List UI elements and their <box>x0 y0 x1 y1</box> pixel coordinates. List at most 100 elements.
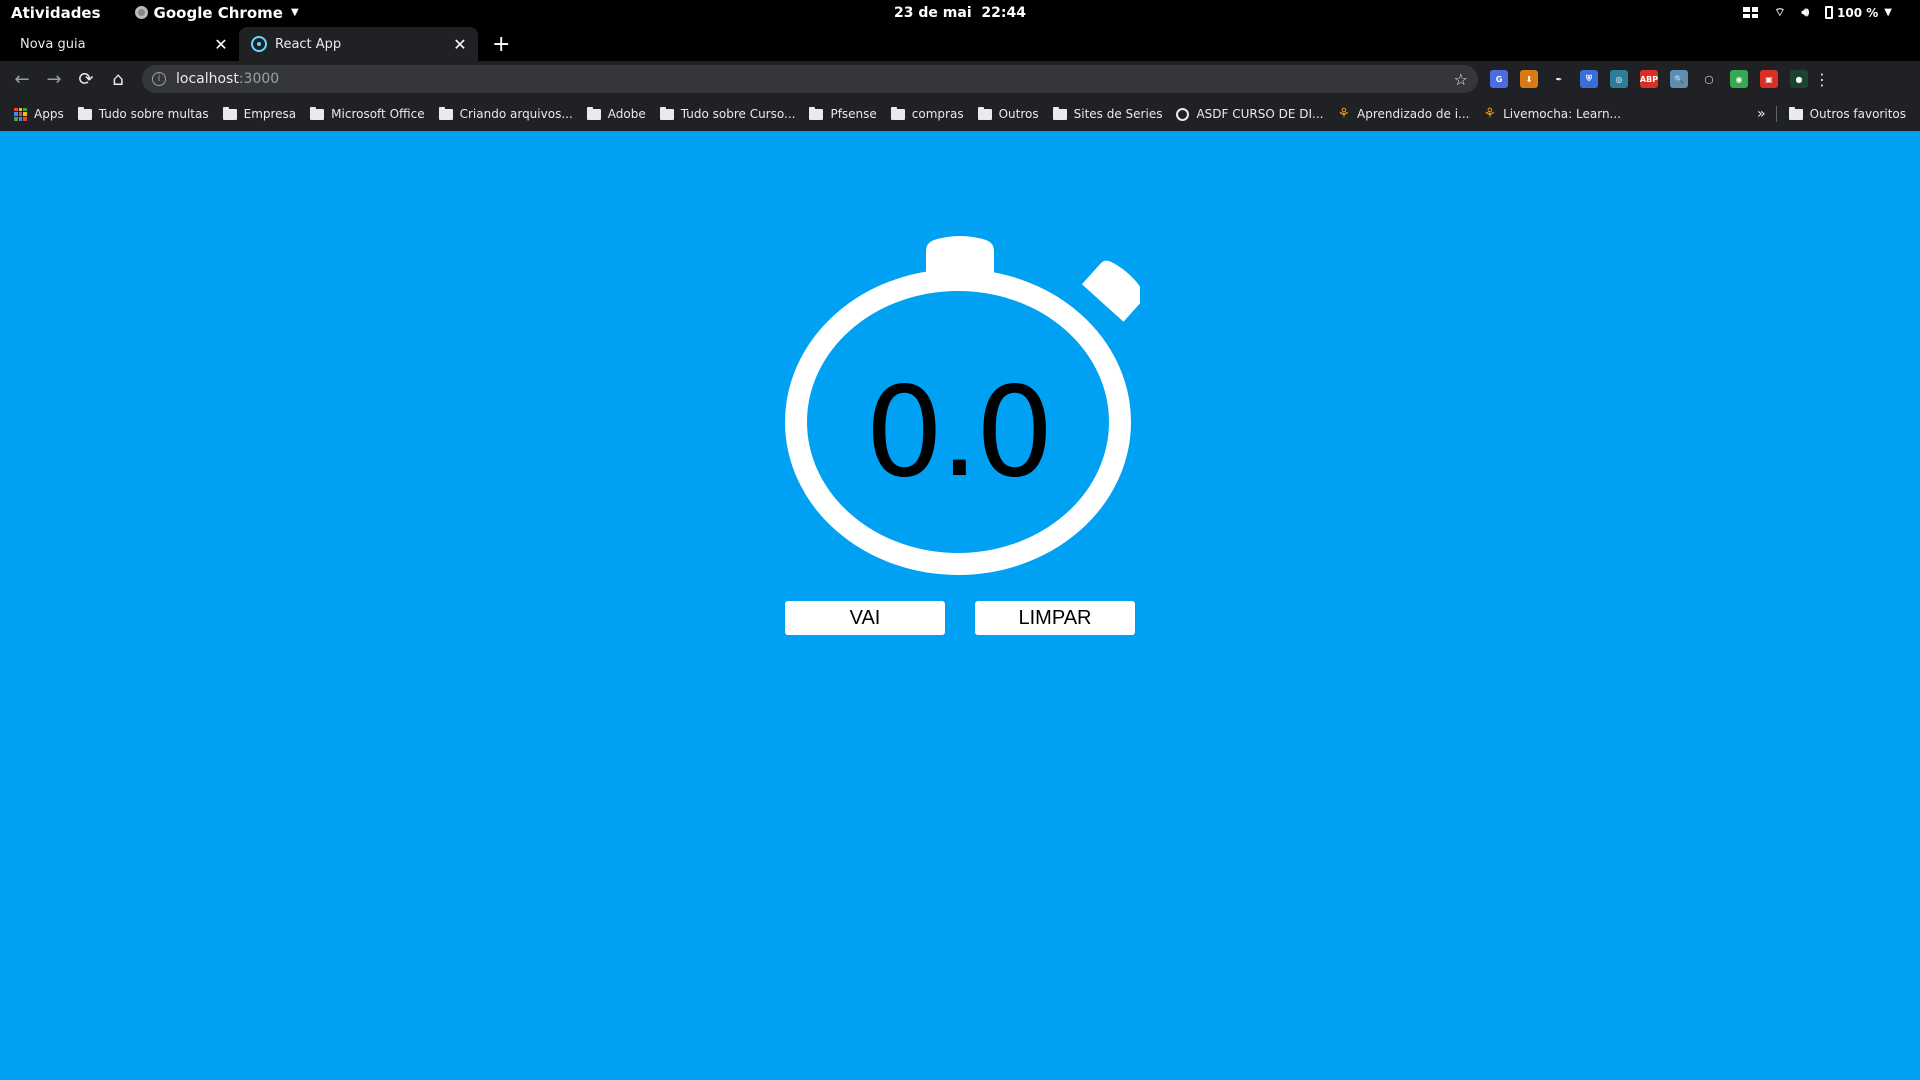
bookmark-separator <box>1775 106 1777 122</box>
bookmark-item[interactable]: Sites de Series <box>1052 106 1163 121</box>
bookmark-label: Outros favoritos <box>1809 107 1906 121</box>
activities-button[interactable]: Atividades <box>11 4 101 22</box>
window-layout-icon[interactable] <box>1743 7 1759 18</box>
tab-title: React App <box>275 36 342 52</box>
back-icon[interactable]: ← <box>6 69 38 90</box>
adblock-extension-icon[interactable]: ABP <box>1640 70 1658 88</box>
clock-date[interactable]: 23 de mai <box>894 5 972 21</box>
bookmark-label: Empresa <box>243 107 297 121</box>
browser-toolbar: ← → ⟳ ⌂ i localhost:3000 ☆ G ⬇ ✒ ⛨ ◎ ABP 🔍 ◯ ◉ ▣ ●… <box>0 61 1920 97</box>
magnifier-extension-icon[interactable]: 🔍 <box>1670 70 1688 88</box>
bookmark-label: compras <box>911 107 964 121</box>
chrome-extension-icon[interactable]: ◉ <box>1730 70 1748 88</box>
bookmark-label: Outros <box>998 107 1039 121</box>
folder-icon <box>438 106 453 120</box>
bookmark-label: Microsoft Office <box>331 107 425 121</box>
folder-icon <box>890 106 905 120</box>
chrome-icon <box>134 6 148 19</box>
circle-extension-icon[interactable]: ◯ <box>1700 70 1718 88</box>
forward-icon[interactable]: → <box>38 69 70 90</box>
timer-display: 0.0 <box>864 361 1054 505</box>
profile-extension-icon[interactable]: ● <box>1790 70 1808 88</box>
lingo-icon: ⚘ <box>1337 106 1351 122</box>
bookmark-item[interactable]: ⚘ Livemocha: Learn... <box>1484 106 1622 122</box>
chrome-menu-icon[interactable]: ⋮ <box>1814 70 1830 89</box>
system-tray[interactable]: ⌔ 🔊︎ 100 % ▼ <box>1743 0 1892 25</box>
chevron-down-icon: ▼ <box>1884 7 1892 18</box>
bookmark-label: Criando arquivos... <box>459 107 573 121</box>
bookmark-label: Apps <box>34 107 64 121</box>
folder-icon <box>659 106 674 120</box>
bookmark-list: Tudo sobre multas Empresa Microsoft Office… <box>77 106 1635 122</box>
url-port: :3000 <box>238 71 280 87</box>
bookmark-label: Tudo sobre multas <box>98 107 209 121</box>
battery-percent: 100 % <box>1837 5 1879 20</box>
address-bar[interactable]: i localhost:3000 ☆ <box>142 65 1478 93</box>
bookmark-item[interactable]: Adobe <box>586 106 646 121</box>
bookmark-star-icon[interactable]: ☆ <box>1454 70 1468 89</box>
tab-nova-guia[interactable]: Nova guia ✕ <box>0 27 239 61</box>
bookmark-label: ASDF CURSO DE DI... <box>1196 107 1324 121</box>
extensions-area: G ⬇ ✒ ⛨ ◎ ABP 🔍 ◯ ◉ ▣ ● <box>1490 70 1808 88</box>
bookmark-item[interactable]: compras <box>890 106 964 121</box>
bookmark-label: Sites de Series <box>1073 107 1163 121</box>
folder-icon <box>77 106 92 120</box>
bookmark-label: Tudo sobre Curso... <box>680 107 796 121</box>
folder-icon <box>809 106 824 120</box>
folder-icon <box>222 106 237 120</box>
tab-react-app[interactable]: React App ✕ <box>239 27 478 61</box>
lingo-icon: ⚘ <box>1483 106 1497 122</box>
folder-icon <box>1052 106 1067 120</box>
folder-icon <box>1788 106 1803 120</box>
bookmark-item[interactable]: ⚘ Aprendizado de i... <box>1337 106 1469 122</box>
wifi-icon: ⌔ <box>1774 5 1786 19</box>
url-host: localhost <box>176 71 239 87</box>
bookmarks-bar: Apps Tudo sobre multas Empresa Microsoft O… <box>0 97 1920 131</box>
app-menu[interactable]: Google Chrome ▼ <box>134 3 299 22</box>
folder-icon <box>977 106 992 120</box>
clock-time[interactable]: 22:44 <box>981 5 1026 21</box>
chevron-down-icon: ▼ <box>290 7 299 18</box>
red-extension-icon[interactable]: ▣ <box>1760 70 1778 88</box>
colorful-extension-icon[interactable]: ◎ <box>1610 70 1628 88</box>
system-top-bar: Atividades Google Chrome ▼ 23 de mai 22:… <box>0 0 1920 25</box>
bookmark-label: Livemocha: Learn... <box>1503 107 1621 121</box>
bookmark-item[interactable]: Pfsense <box>809 106 877 121</box>
more-bookmarks-button[interactable]: » <box>1757 106 1766 122</box>
feather-extension-icon[interactable]: ✒ <box>1550 70 1568 88</box>
page-content: 0.0 VAI LIMPAR <box>0 131 1920 1080</box>
bookmark-item[interactable]: ASDF CURSO DE DI... <box>1176 107 1323 121</box>
bookmark-item[interactable]: Empresa <box>222 106 297 121</box>
home-icon[interactable]: ⌂ <box>102 69 134 90</box>
bookmark-item[interactable]: Tudo sobre multas <box>77 106 209 121</box>
close-icon[interactable]: ✕ <box>452 35 468 54</box>
start-button[interactable]: VAI <box>785 601 945 635</box>
bookmark-apps[interactable]: Apps <box>14 107 64 121</box>
folder-icon <box>310 106 325 120</box>
apps-grid-icon <box>14 107 27 121</box>
reload-icon[interactable]: ⟳ <box>70 69 102 90</box>
bookmark-item[interactable]: Tudo sobre Curso... <box>659 106 796 121</box>
bookmark-item[interactable]: Criando arquivos... <box>438 106 573 121</box>
bookmark-label: Pfsense <box>830 107 877 121</box>
bookmark-item[interactable]: Outros <box>977 106 1039 121</box>
site-info-icon[interactable]: i <box>152 72 166 86</box>
bookmark-other-favorites[interactable]: Outros favoritos <box>1788 106 1906 121</box>
bookmark-label: Adobe <box>607 107 646 121</box>
app-menu-label: Google Chrome <box>153 3 283 22</box>
translate-extension-icon[interactable]: G <box>1490 70 1508 88</box>
bookmark-label: Aprendizado de i... <box>1357 107 1470 121</box>
shield-extension-icon[interactable]: ⛨ <box>1580 70 1598 88</box>
battery-icon <box>1825 6 1834 19</box>
clear-button[interactable]: LIMPAR <box>975 601 1135 635</box>
volume-icon: 🔊︎ <box>1801 5 1810 19</box>
tab-strip: Nova guia ✕ React App ✕ + <box>0 25 1920 61</box>
download-extension-icon[interactable]: ⬇ <box>1520 70 1538 88</box>
react-icon <box>251 36 267 52</box>
folder-icon <box>586 106 601 120</box>
battery-indicator[interactable]: 100 % ▼ <box>1825 6 1892 20</box>
new-tab-button[interactable]: + <box>492 32 510 57</box>
bookmark-item[interactable]: Microsoft Office <box>310 106 425 121</box>
close-icon[interactable]: ✕ <box>213 35 229 54</box>
globe-icon <box>1176 107 1190 121</box>
